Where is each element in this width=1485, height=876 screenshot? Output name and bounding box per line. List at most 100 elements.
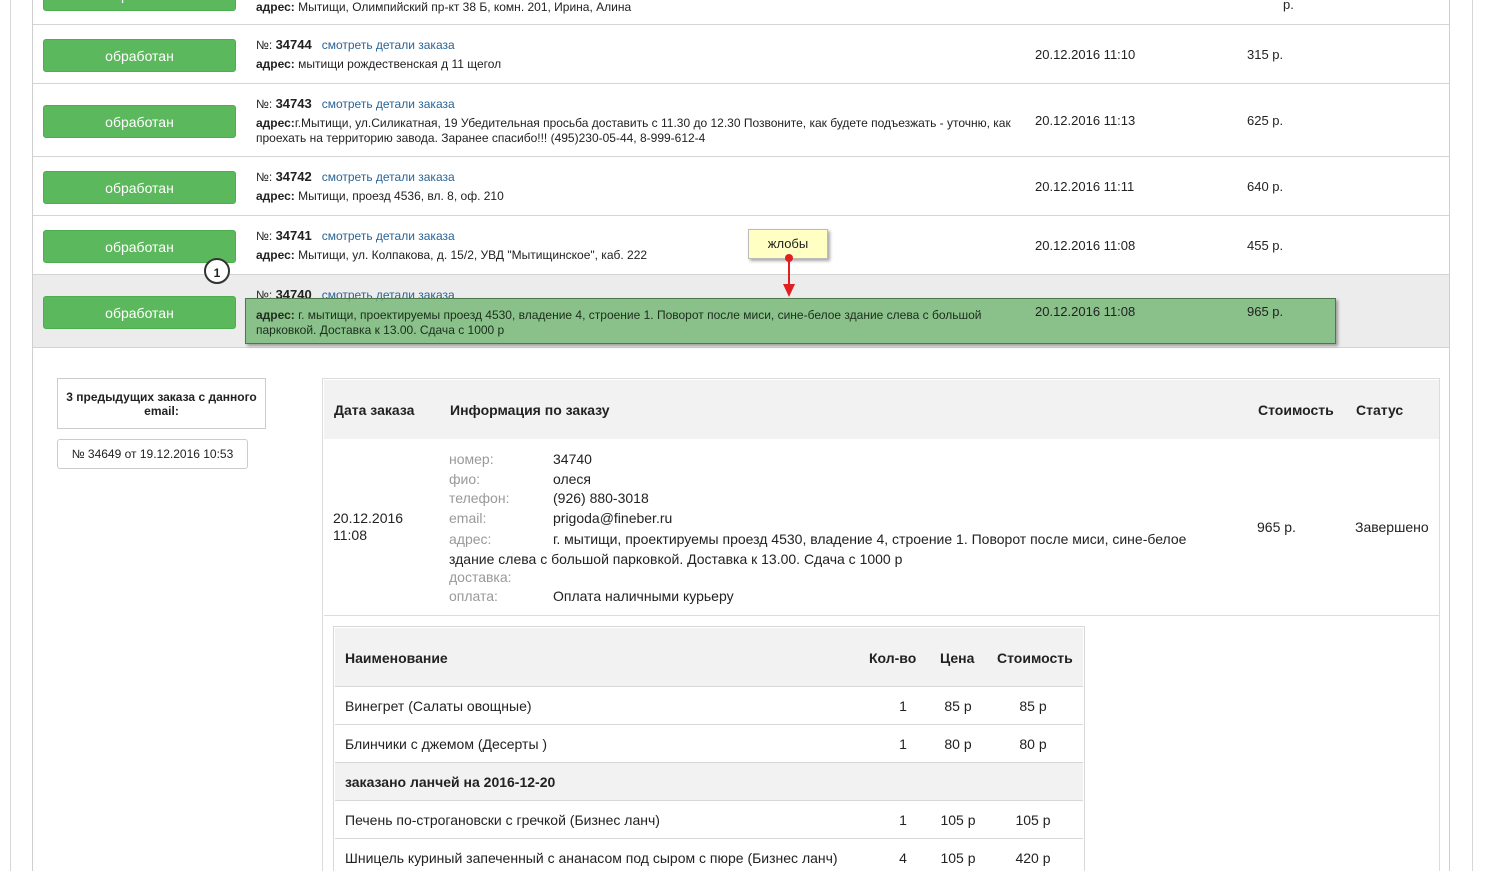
order-status-value: Завершено [1355, 519, 1429, 535]
order-sum: 640 р. [1247, 179, 1284, 194]
item-name: Винегрет (Салаты овощные) [345, 698, 532, 714]
order-number-line: №: 34744 смотреть детали заказа [256, 37, 1016, 53]
address-text: Мытищи, ул. Колпакова, д. 15/2, УВД "Мыт… [298, 248, 648, 262]
order-address-highlighted: адрес: г. мытищи, проектируемы проезд 45… [256, 308, 1016, 338]
phone-label: телефон: [449, 490, 510, 506]
item-price: 85 р [944, 698, 972, 714]
item-qty: 4 [899, 850, 907, 866]
payment-value: Оплата наличными курьеру [553, 588, 734, 604]
annotation-arrowhead [783, 284, 795, 297]
order-address: адрес: Мытищи, проезд 4536, вл. 8, оф. 2… [256, 189, 1016, 204]
order-address: адрес:г.Мытищи, ул.Силикатная, 19 Убедит… [256, 116, 1016, 146]
order-row: обработан №: 34742 смотреть детали заказа… [33, 157, 1449, 216]
number-prefix: №: [256, 38, 273, 52]
item-name: Печень по-строгановски с гречкой (Бизнес… [345, 812, 660, 828]
item-sum: 85 р [1019, 698, 1047, 714]
order-details-link[interactable]: смотреть детали заказа [322, 38, 455, 52]
order-number-line: №: 34742 смотреть детали заказа [256, 169, 1016, 185]
order-date: 20.12.2016 11:08 [1035, 238, 1136, 253]
number-label: номер: [449, 451, 494, 467]
item-sum: 80 р [1019, 736, 1047, 752]
processed-button[interactable]: обработан [43, 105, 236, 138]
col-qty-header: Кол-во [869, 650, 917, 666]
address-text: мытищи рождественская д 11 щегол [298, 57, 502, 71]
order-number: 34744 [275, 37, 312, 52]
order-number: 34743 [275, 96, 312, 111]
processed-button[interactable]: обработан [43, 39, 236, 72]
phone-value: (926) 880-3018 [553, 490, 649, 506]
col-status-header: Статус [1356, 402, 1404, 418]
address-text: г. мытищи, проектируемы проезд 4530, вла… [256, 308, 982, 337]
order-sum: р. [1283, 0, 1294, 12]
table-group-row: заказано ланчей на 2016-12-20 [335, 762, 1083, 800]
order-sum: 455 р. [1247, 238, 1284, 253]
order-date: 20.12.2016 11:13 [1035, 113, 1136, 128]
group-label: заказано ланчей на 2016-12-20 [345, 774, 556, 790]
address-text: Мытищи, Олимпийский пр-кт 38 Б, комн. 20… [298, 0, 632, 14]
order-info: №: 34742 смотреть детали заказа адрес: Мы… [256, 169, 1016, 204]
item-price: 105 р [940, 812, 976, 828]
item-sum: 420 р [1015, 850, 1051, 866]
order-items-table: Наименование Кол-во Цена Стоимость Винег… [333, 626, 1085, 871]
item-qty: 1 [899, 698, 907, 714]
annotation-number-badge: 1 [204, 258, 230, 284]
name-value: олеся [553, 471, 592, 487]
previous-orders-title: 3 предыдущих заказа с данного email: [57, 378, 266, 429]
order-sum: 315 р. [1247, 47, 1284, 62]
col-info-header: Информация по заказу [450, 402, 610, 418]
table-row: Печень по-строгановски с гречкой (Бизнес… [335, 800, 1083, 838]
order-address: адрес: Мытищи, ул. Колпакова, д. 15/2, У… [256, 248, 1016, 263]
processed-button[interactable]: обработан [43, 230, 236, 263]
number-value: 34740 [553, 451, 592, 467]
order-date-value: 20.12.2016 11:08 [333, 510, 404, 543]
item-name: Шницель куриный запеченный с ананасом по… [345, 850, 838, 866]
address-value: г. мытищи, проектируемы проезд 4530, вла… [449, 531, 1187, 567]
item-sum: 105 р [1015, 812, 1051, 828]
order-details-link[interactable]: смотреть детали заказа [322, 229, 455, 243]
page-border-left [10, 0, 11, 871]
table-row: Шницель куриный запеченный с ананасом по… [335, 838, 1083, 876]
item-price: 105 р [940, 850, 976, 866]
order-number: 34742 [275, 169, 312, 184]
order-info: №: 34744 смотреть детали заказа адрес: мы… [256, 37, 1016, 72]
item-qty: 1 [899, 812, 907, 828]
order-number-line: №: 34741 смотреть детали заказа [256, 228, 1016, 244]
address-label: адрес: [256, 116, 295, 130]
order-sum: 625 р. [1247, 113, 1284, 128]
email-label: email: [449, 510, 487, 526]
processed-button[interactable]: обработан [43, 171, 236, 204]
order-date: 20.12.2016 11:10 [1035, 47, 1136, 62]
item-price: 80 р [944, 736, 972, 752]
number-prefix: №: [256, 229, 273, 243]
page-border-right [1472, 0, 1473, 871]
col-sum-header: Стоимость [997, 650, 1073, 666]
address-text: г.Мытищи, ул.Силикатная, 19 Убедительная… [256, 116, 1011, 145]
table-row: Блинчики с джемом (Десерты ) 1 80 р 80 р [335, 724, 1083, 762]
order-row: обработан адрес: Мытищи, Олимпийский пр-… [33, 0, 1449, 25]
previous-order-button[interactable]: № 34649 от 19.12.2016 10:53 [57, 439, 248, 469]
payment-label: оплата: [449, 588, 498, 604]
order-date: 20.12.2016 11:11 [1035, 179, 1135, 194]
order-info: №: 34741 смотреть детали заказа адрес: Мы… [256, 228, 1016, 263]
address-label: адрес: [256, 308, 295, 322]
processed-button[interactable]: обработан [43, 0, 236, 11]
item-name: Блинчики с джемом (Десерты ) [345, 736, 548, 752]
order-details-link[interactable]: смотреть детали заказа [322, 170, 455, 184]
order-cost-value: 965 р. [1257, 519, 1296, 535]
order-row: обработан №: 34744 смотреть детали заказа… [33, 25, 1449, 84]
item-qty: 1 [899, 736, 907, 752]
col-price-header: Цена [940, 650, 975, 666]
order-row: обработан №: 34743 смотреть детали заказа… [33, 84, 1449, 157]
order-number-line: №: 34743 смотреть детали заказа [256, 96, 1016, 112]
processed-button[interactable]: обработан [43, 296, 236, 329]
items-header: Наименование Кол-во Цена Стоимость [335, 628, 1083, 686]
address-label: адрес: [256, 0, 295, 14]
order-number: 34741 [275, 228, 312, 243]
order-details-link[interactable]: смотреть детали заказа [322, 97, 455, 111]
detail-separator [324, 615, 1439, 616]
address-text: Мытищи, проезд 4536, вл. 8, оф. 210 [298, 189, 504, 203]
address-label: адрес: [256, 57, 295, 71]
order-info: №: 34743 смотреть детали заказа адрес:г.М… [256, 96, 1016, 146]
address-label: адрес: [256, 248, 295, 262]
table-row: Винегрет (Салаты овощные) 1 85 р 85 р [335, 686, 1083, 724]
